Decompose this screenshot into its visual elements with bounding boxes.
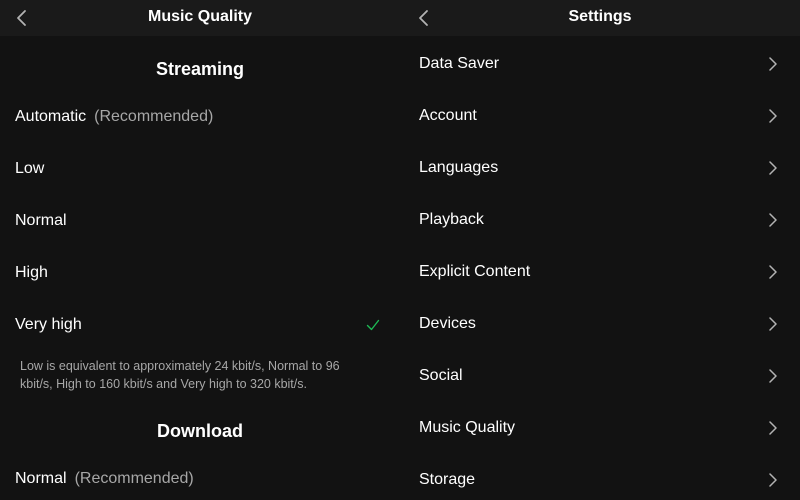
chevron-left-icon: [17, 10, 26, 26]
chevron-right-icon: [769, 161, 777, 175]
option-label: Very high: [15, 316, 82, 333]
chevron-right-icon: [769, 57, 777, 71]
music-quality-header: Music Quality: [0, 0, 400, 36]
settings-item-label: Data Saver: [419, 55, 500, 72]
settings-item-label: Languages: [419, 159, 499, 176]
option-label: Normal: [15, 470, 67, 487]
option-sublabel: (Recommended): [74, 470, 194, 487]
settings-header: Settings: [400, 0, 800, 36]
back-button[interactable]: [412, 6, 436, 30]
checkmark-icon: [366, 319, 380, 331]
settings-item-label: Playback: [419, 211, 484, 228]
settings-item-social[interactable]: Social: [400, 350, 800, 402]
settings-item-label: Account: [419, 107, 477, 124]
page-title: Settings: [568, 8, 632, 25]
settings-item-music-quality[interactable]: Music Quality: [400, 402, 800, 454]
back-button[interactable]: [10, 6, 34, 30]
settings-item-label: Social: [419, 367, 463, 384]
chevron-left-icon: [419, 10, 428, 26]
settings-item-label: Devices: [419, 315, 476, 332]
chevron-right-icon: [769, 473, 777, 487]
chevron-right-icon: [769, 109, 777, 123]
settings-item-label: Music Quality: [419, 419, 516, 436]
settings-item-data-saver[interactable]: Data Saver: [400, 38, 800, 90]
chevron-right-icon: [769, 213, 777, 227]
settings-item-account[interactable]: Account: [400, 90, 800, 142]
download-option-normal[interactable]: Normal (Recommended): [0, 453, 400, 500]
option-label: High: [15, 264, 48, 281]
chevron-right-icon: [769, 317, 777, 331]
settings-item-playback[interactable]: Playback: [400, 194, 800, 246]
streaming-option-very-high[interactable]: Very high: [0, 299, 400, 351]
bitrate-note: Low is equivalent to approximately 24 kb…: [20, 359, 340, 391]
settings-item-devices[interactable]: Devices: [400, 298, 800, 350]
settings-item-label: Storage: [419, 471, 476, 488]
chevron-right-icon: [769, 369, 777, 383]
page-title: Music Quality: [147, 8, 253, 25]
download-section-title: Download: [157, 421, 243, 441]
settings-item-languages[interactable]: Languages: [400, 142, 800, 194]
settings-item-label: Explicit Content: [419, 263, 531, 280]
option-label: Low: [15, 160, 45, 177]
chevron-right-icon: [769, 421, 777, 435]
settings-panel: Settings Data Saver Account Languages Pl…: [400, 0, 800, 500]
streaming-option-automatic[interactable]: Automatic (Recommended): [0, 91, 400, 143]
settings-item-explicit-content[interactable]: Explicit Content: [400, 246, 800, 298]
chevron-right-icon: [769, 265, 777, 279]
settings-item-storage[interactable]: Storage: [400, 454, 800, 500]
option-label: Normal: [15, 212, 67, 229]
streaming-section-title: Streaming: [155, 59, 245, 79]
music-quality-panel: Music Quality Streaming Automatic (Recomm…: [0, 0, 400, 500]
option-sublabel: (Recommended): [94, 108, 214, 125]
streaming-option-high[interactable]: High: [0, 247, 400, 299]
streaming-option-low[interactable]: Low: [0, 143, 400, 195]
option-label: Automatic: [15, 108, 87, 125]
streaming-option-normal[interactable]: Normal: [0, 195, 400, 247]
